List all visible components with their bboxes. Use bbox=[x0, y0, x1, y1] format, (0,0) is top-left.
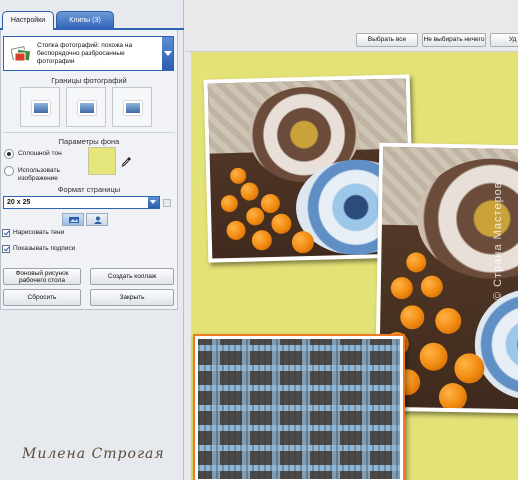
photo-image bbox=[198, 339, 400, 479]
create-collage-button[interactable]: Создать коллаж bbox=[90, 268, 174, 285]
eyedropper-icon[interactable] bbox=[121, 156, 132, 167]
draw-shadows-checkbox[interactable] bbox=[2, 229, 10, 237]
portrait-icon bbox=[94, 216, 102, 224]
settings-panel: Настройки Клипы (3) Стопка фотографий: п… bbox=[0, 0, 184, 480]
desktop-wallpaper-button[interactable]: Фоновый рисунок рабочего стола bbox=[3, 268, 81, 285]
photo-stack-icon bbox=[11, 46, 32, 62]
draw-shadows-label: Нарисовать тени bbox=[13, 229, 65, 236]
collage-style-label: Стопка фотографий: похожа на беспорядочн… bbox=[37, 42, 133, 65]
tab-clips[interactable]: Клипы (3) bbox=[56, 11, 114, 29]
photo-borders-title: Границы фотографий bbox=[51, 76, 127, 85]
watermark: © Страна Мастеров bbox=[492, 181, 504, 300]
tab-bar: Настройки Клипы (3) bbox=[0, 11, 184, 30]
show-captions-label: Показывать подписи bbox=[13, 245, 76, 252]
radio-solid-label: Сплошной тон bbox=[18, 150, 62, 157]
divider bbox=[3, 132, 175, 133]
landscape-icon bbox=[69, 217, 79, 223]
collage-style-dropdown[interactable]: Стопка фотографий: похожа на беспорядочн… bbox=[3, 36, 174, 71]
select-all-button[interactable]: Выбрать все bbox=[356, 33, 418, 47]
page-format-value: 20 x 25 bbox=[7, 199, 31, 206]
radio-image-label: Использовать изображение bbox=[18, 167, 60, 182]
lock-aspect-checkbox[interactable] bbox=[163, 199, 171, 207]
border-style-white-button[interactable] bbox=[66, 87, 106, 127]
delete-button[interactable]: Уд bbox=[490, 33, 518, 47]
radio-image[interactable] bbox=[4, 166, 14, 176]
close-button[interactable]: Закрыть bbox=[90, 289, 174, 306]
landscape-orientation-button[interactable] bbox=[62, 213, 84, 226]
portrait-orientation-button[interactable] bbox=[86, 213, 108, 226]
collage-photo-selected[interactable] bbox=[193, 334, 405, 480]
page-format-title: Формат страницы bbox=[57, 185, 121, 194]
chevron-down-icon[interactable] bbox=[148, 197, 159, 208]
photo-border-icon bbox=[78, 101, 96, 115]
page-format-select[interactable]: 20 x 25 bbox=[3, 196, 160, 209]
photo-border-icon bbox=[32, 101, 50, 115]
select-none-button[interactable]: Не выбирать ничего bbox=[422, 33, 486, 47]
show-captions-checkbox[interactable] bbox=[2, 245, 10, 253]
reset-button[interactable]: Сбросить bbox=[3, 289, 81, 306]
background-options-title: Параметры фона bbox=[58, 137, 120, 146]
radio-solid[interactable] bbox=[4, 149, 14, 159]
chevron-down-icon[interactable] bbox=[162, 37, 173, 70]
photo-border-icon bbox=[124, 101, 142, 115]
tab-settings[interactable]: Настройки bbox=[2, 11, 54, 30]
author-signature: Милена Строгая bbox=[22, 446, 165, 462]
border-style-shadow-button[interactable] bbox=[112, 87, 152, 127]
toolbar: Выбрать все Не выбирать ничего Уд bbox=[186, 0, 518, 52]
border-style-none-button[interactable] bbox=[20, 87, 60, 127]
background-color-swatch[interactable] bbox=[88, 147, 116, 175]
